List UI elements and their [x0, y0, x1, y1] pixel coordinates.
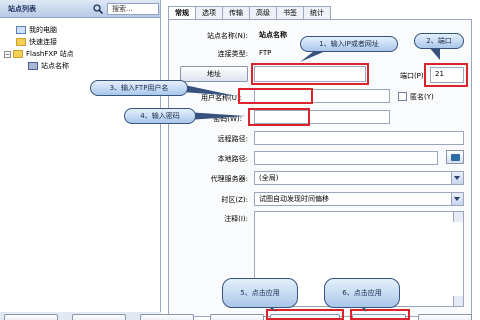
- tree-item-label: 站点名称: [41, 62, 69, 70]
- browse-folder-button[interactable]: [446, 150, 464, 164]
- scroll-down-button[interactable]: [453, 296, 463, 306]
- highlight-username: [238, 88, 313, 104]
- folder-icon: [13, 50, 23, 58]
- folder-icon: [16, 38, 26, 46]
- site-search-input[interactable]: 搜索...: [107, 3, 159, 15]
- tab-bar: 常规 选项 传输 高级 书签 统计: [168, 6, 331, 21]
- scroll-up-button[interactable]: [453, 212, 463, 222]
- collapse-icon[interactable]: −: [4, 50, 11, 58]
- local-path-input[interactable]: [254, 151, 438, 165]
- search-icon[interactable]: [92, 3, 104, 15]
- highlight-address: [251, 63, 369, 85]
- remote-path-label: 远程路径:: [217, 135, 248, 143]
- site-list-pane: 站点列表 搜索... 我的电脑 快速连接 − FlashFXP 站点 站点名称: [0, 0, 161, 320]
- dialog-button-2[interactable]: [72, 314, 126, 320]
- tree-item-my-computer[interactable]: 我的电脑: [16, 24, 86, 36]
- computer-icon: [16, 26, 26, 34]
- tree-item-flashfxp-sites[interactable]: − FlashFXP 站点: [4, 48, 74, 60]
- tab-statistics[interactable]: 统计: [303, 6, 331, 20]
- callout-step6: 6、点击应用: [324, 278, 400, 308]
- notes-label: 注释(I):: [224, 215, 248, 223]
- callout-step5: 5、点击应用: [222, 278, 298, 308]
- tab-transfer[interactable]: 传输: [222, 6, 250, 20]
- dialog-button-3[interactable]: [140, 314, 194, 320]
- address-button[interactable]: 地址: [180, 66, 248, 82]
- chevron-down-icon: [454, 176, 460, 180]
- callout-step1: 1、输入IP或者网址: [300, 36, 398, 52]
- highlight-apply: [266, 309, 344, 320]
- site-name-label: 站点名称(N):: [206, 32, 248, 40]
- timezone-select[interactable]: 试图自动发现时间偏移: [254, 192, 464, 206]
- server-icon: [28, 62, 38, 70]
- site-list-title: 站点列表: [8, 5, 36, 13]
- site-tree: 我的电脑 快速连接 − FlashFXP 站点 站点名称: [4, 24, 74, 72]
- local-path-label: 本地路径:: [217, 155, 248, 163]
- site-list-header: 站点列表 搜索...: [0, 0, 160, 18]
- dialog-button-7[interactable]: [418, 314, 472, 320]
- tab-bookmarks[interactable]: 书签: [276, 6, 304, 20]
- tab-options[interactable]: 选项: [195, 6, 223, 20]
- timezone-label: 时区(Z):: [221, 196, 248, 204]
- chevron-down-icon: [454, 197, 460, 201]
- highlight-password: [248, 108, 310, 126]
- proxy-select[interactable]: (全局): [254, 171, 464, 185]
- anonymous-checkbox[interactable]: [398, 92, 407, 101]
- tree-item-label: FlashFXP 站点: [26, 50, 74, 58]
- port-label: 端口(P):: [399, 72, 426, 80]
- tree-item-quick-connect[interactable]: 快速连接: [16, 36, 86, 48]
- highlight-ok: [350, 309, 410, 320]
- remote-path-input[interactable]: [254, 131, 464, 145]
- tree-item-label: 快速连接: [29, 38, 57, 46]
- callout-step3: 3、输入FTP用户名: [90, 80, 188, 96]
- proxy-label: 代理服务器:: [210, 175, 248, 183]
- callout-step4: 4、输入密码: [124, 108, 196, 124]
- tree-item-label: 我的电脑: [29, 26, 57, 34]
- dialog-button-4[interactable]: [210, 314, 264, 320]
- highlight-port: [424, 63, 468, 87]
- folder-icon: [451, 154, 460, 161]
- anonymous-label: 匿名(Y): [410, 93, 434, 101]
- tab-advanced[interactable]: 高级: [249, 6, 277, 20]
- tree-item-site[interactable]: 站点名称: [28, 60, 98, 72]
- connection-type-label: 连接类型:: [217, 50, 248, 58]
- callout-step2: 2、端口: [414, 33, 464, 49]
- dialog-button-1[interactable]: [4, 314, 58, 320]
